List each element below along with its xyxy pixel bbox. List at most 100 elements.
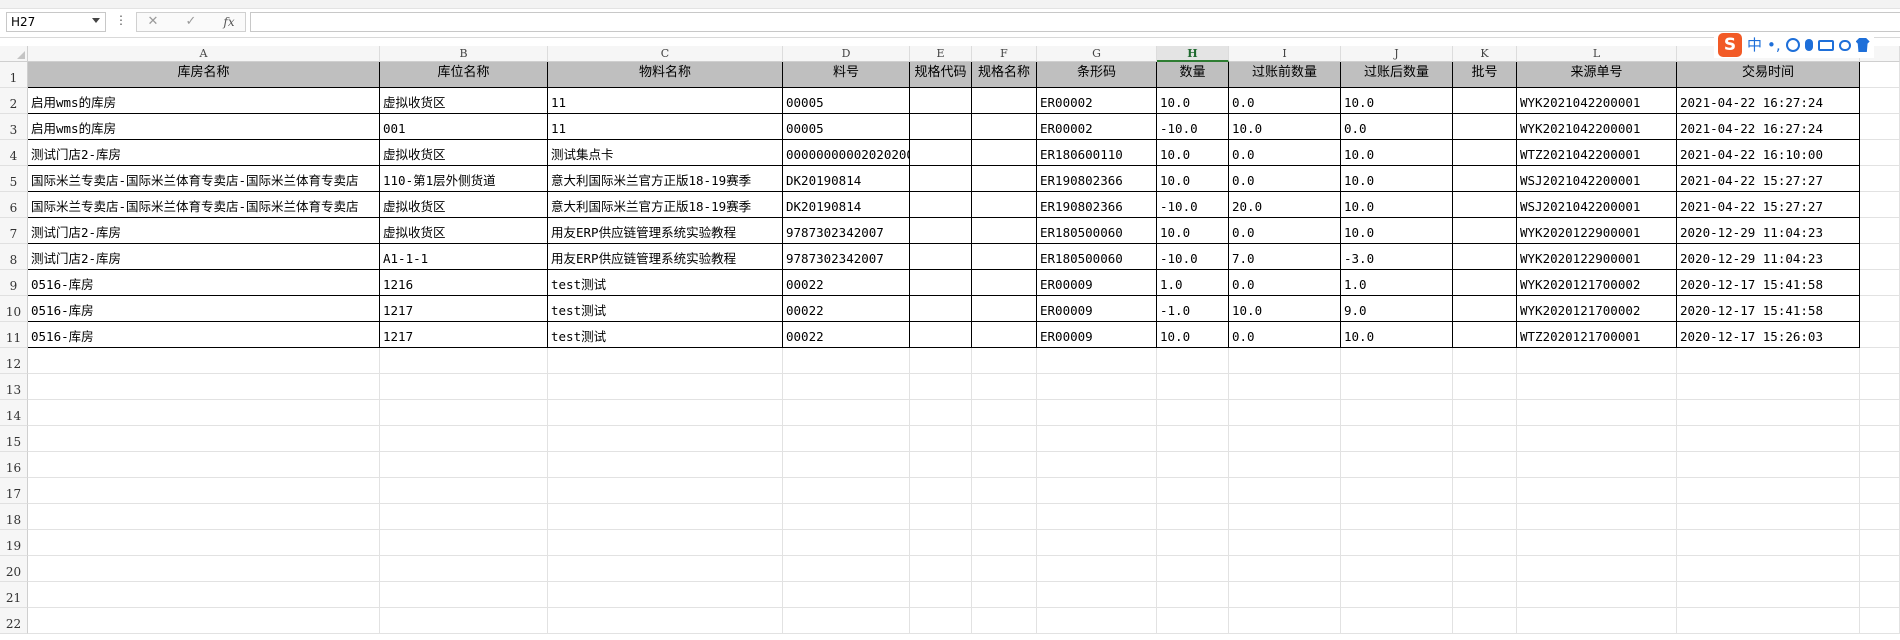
- empty-cell[interactable]: [1037, 530, 1157, 556]
- empty-cell[interactable]: [1229, 556, 1341, 582]
- table-cell[interactable]: [972, 244, 1037, 270]
- empty-cell[interactable]: [548, 348, 783, 374]
- table-cell[interactable]: ER00009: [1037, 322, 1157, 348]
- table-cell[interactable]: 11: [548, 114, 783, 140]
- table-cell[interactable]: [972, 218, 1037, 244]
- column-header[interactable]: A: [28, 46, 380, 62]
- empty-cell[interactable]: [1453, 582, 1517, 608]
- empty-cell[interactable]: [1517, 426, 1677, 452]
- table-cell[interactable]: 10.0: [1229, 114, 1341, 140]
- empty-cell[interactable]: [28, 530, 380, 556]
- row-header[interactable]: 12: [0, 348, 28, 374]
- row-header[interactable]: 14: [0, 400, 28, 426]
- empty-cell[interactable]: [1860, 218, 1900, 244]
- table-cell[interactable]: 启用wms的库房: [28, 114, 380, 140]
- empty-cell[interactable]: [1341, 348, 1453, 374]
- row-header[interactable]: 19: [0, 530, 28, 556]
- table-cell[interactable]: 国际米兰专卖店-国际米兰体育专卖店-国际米兰体育专卖店: [28, 192, 380, 218]
- table-cell[interactable]: WYK2020122900001: [1517, 218, 1677, 244]
- empty-cell[interactable]: [548, 530, 783, 556]
- empty-cell[interactable]: [1157, 556, 1229, 582]
- table-cell[interactable]: [910, 322, 972, 348]
- table-cell[interactable]: 10.0: [1157, 166, 1229, 192]
- empty-cell[interactable]: [1037, 452, 1157, 478]
- table-cell[interactable]: [972, 296, 1037, 322]
- more-options-icon[interactable]: ⋮: [115, 13, 127, 27]
- empty-cell[interactable]: [972, 452, 1037, 478]
- chevron-down-icon[interactable]: [92, 18, 100, 23]
- table-cell[interactable]: ER180500060: [1037, 244, 1157, 270]
- table-cell[interactable]: WYK2020122900001: [1517, 244, 1677, 270]
- empty-cell[interactable]: [910, 426, 972, 452]
- empty-cell[interactable]: [1229, 452, 1341, 478]
- table-cell[interactable]: 0.0: [1229, 270, 1341, 296]
- empty-cell[interactable]: [910, 452, 972, 478]
- empty-cell[interactable]: [1677, 348, 1860, 374]
- empty-cell[interactable]: [380, 504, 548, 530]
- table-cell[interactable]: -10.0: [1157, 192, 1229, 218]
- empty-cell[interactable]: [1453, 608, 1517, 634]
- empty-cell[interactable]: [1860, 504, 1900, 530]
- empty-cell[interactable]: [548, 478, 783, 504]
- table-cell[interactable]: 测试集点卡: [548, 140, 783, 166]
- empty-cell[interactable]: [1229, 582, 1341, 608]
- table-cell[interactable]: 10.0: [1341, 140, 1453, 166]
- empty-cell[interactable]: [548, 556, 783, 582]
- column-header[interactable]: D: [783, 46, 910, 62]
- empty-cell[interactable]: [1860, 244, 1900, 270]
- table-cell[interactable]: 9.0: [1341, 296, 1453, 322]
- table-cell[interactable]: 0.0: [1229, 218, 1341, 244]
- table-cell[interactable]: 1217: [380, 296, 548, 322]
- table-cell[interactable]: [972, 114, 1037, 140]
- row-header[interactable]: 1: [0, 62, 28, 88]
- empty-cell[interactable]: [783, 504, 910, 530]
- column-header[interactable]: G: [1037, 46, 1157, 62]
- header-cell[interactable]: 规格名称: [972, 62, 1037, 88]
- table-cell[interactable]: 20.0: [1229, 192, 1341, 218]
- row-header[interactable]: 11: [0, 322, 28, 348]
- empty-cell[interactable]: [1037, 478, 1157, 504]
- empty-cell[interactable]: [380, 478, 548, 504]
- table-cell[interactable]: 1217: [380, 322, 548, 348]
- empty-cell[interactable]: [1677, 504, 1860, 530]
- table-cell[interactable]: 7.0: [1229, 244, 1341, 270]
- empty-cell[interactable]: [1341, 608, 1453, 634]
- empty-cell[interactable]: [783, 400, 910, 426]
- column-header[interactable]: K: [1453, 46, 1517, 62]
- table-cell[interactable]: 00022: [783, 296, 910, 322]
- function-icon[interactable]: fx: [215, 13, 243, 31]
- empty-cell[interactable]: [1517, 582, 1677, 608]
- empty-cell[interactable]: [1677, 478, 1860, 504]
- empty-cell[interactable]: [1453, 452, 1517, 478]
- column-header[interactable]: J: [1341, 46, 1453, 62]
- empty-cell[interactable]: [28, 478, 380, 504]
- empty-cell[interactable]: [1037, 426, 1157, 452]
- table-cell[interactable]: [972, 270, 1037, 296]
- table-cell[interactable]: 测试门店2-库房: [28, 244, 380, 270]
- table-cell[interactable]: [1453, 114, 1517, 140]
- row-header[interactable]: 4: [0, 140, 28, 166]
- empty-cell[interactable]: [548, 504, 783, 530]
- empty-cell[interactable]: [1860, 530, 1900, 556]
- empty-cell[interactable]: [1453, 426, 1517, 452]
- empty-cell[interactable]: [1341, 374, 1453, 400]
- empty-cell[interactable]: [1860, 374, 1900, 400]
- user-icon[interactable]: [1838, 39, 1851, 51]
- header-cell[interactable]: 库位名称: [380, 62, 548, 88]
- cancel-icon[interactable]: ✕: [139, 13, 167, 31]
- row-header[interactable]: 13: [0, 374, 28, 400]
- column-header[interactable]: B: [380, 46, 548, 62]
- table-cell[interactable]: 0516-库房: [28, 322, 380, 348]
- empty-cell[interactable]: [1677, 582, 1860, 608]
- table-cell[interactable]: WYK2020121700002: [1517, 296, 1677, 322]
- column-header[interactable]: I: [1229, 46, 1341, 62]
- empty-cell[interactable]: [28, 426, 380, 452]
- table-cell[interactable]: [1453, 296, 1517, 322]
- empty-cell[interactable]: [548, 452, 783, 478]
- table-cell[interactable]: 用友ERP供应链管理系统实验教程: [548, 244, 783, 270]
- table-cell[interactable]: ER180600110: [1037, 140, 1157, 166]
- empty-cell[interactable]: [548, 582, 783, 608]
- row-header[interactable]: 9: [0, 270, 28, 296]
- table-cell[interactable]: 110-第1层外侧货道: [380, 166, 548, 192]
- table-cell[interactable]: 00022: [783, 322, 910, 348]
